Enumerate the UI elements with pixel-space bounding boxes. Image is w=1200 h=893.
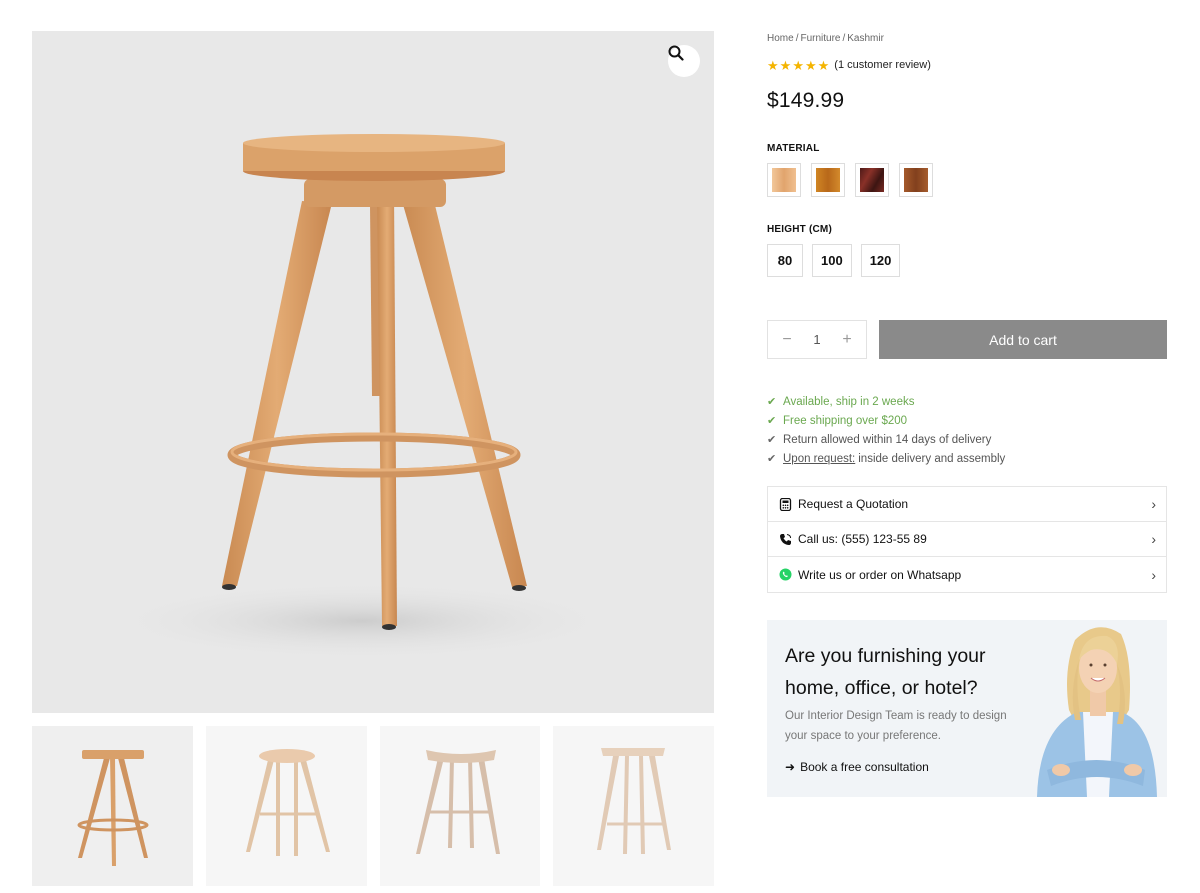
contact-actions: Request a Quotation › Call us: (555) 123… [767, 486, 1167, 593]
chevron-right-icon: › [1151, 566, 1156, 583]
star-icon: ★ [792, 57, 804, 73]
calculator-icon [778, 497, 792, 511]
thumbnail-strip [32, 726, 714, 886]
star-icon: ★ [817, 57, 830, 73]
height-option-80[interactable]: 80 [767, 244, 803, 277]
feature-item: ✔ Return allowed within 14 days of delive… [767, 433, 992, 447]
swatch-oak[interactable] [811, 163, 845, 197]
zoom-button[interactable] [668, 45, 700, 77]
stool-image [102, 134, 622, 661]
phone-icon [778, 532, 792, 546]
thumbnail-1[interactable] [32, 726, 193, 886]
star-icon: ★ [779, 57, 792, 73]
check-icon: ✔ [767, 434, 777, 446]
swatch-mahogany[interactable] [855, 163, 889, 197]
material-label: MATERIAL [767, 143, 820, 154]
swatch-walnut[interactable] [899, 163, 933, 197]
chevron-right-icon: › [1151, 531, 1156, 547]
check-icon: ✔ [767, 415, 777, 427]
decrease-quantity-button[interactable]: − [780, 331, 794, 349]
rating: ★ ★ ★ ★ ★ (1 customer review) [767, 57, 1167, 73]
height-label: HEIGHT (CM) [767, 224, 832, 235]
design-consultation-banner: Are you furnishing your home, office, or… [767, 620, 1167, 797]
thumbnail-stool-image [77, 750, 149, 866]
feature-list: ✔ Available, ship in 2 weeks ✔ Free shippi… [767, 392, 1167, 468]
consultant-photo [1037, 627, 1157, 797]
check-icon: ✔ [767, 453, 777, 465]
cart-row: − 1 + Add to cart [767, 320, 1167, 359]
thumbnail-3[interactable] [379, 726, 541, 886]
thumbnail-stool-image [597, 748, 672, 854]
increase-quantity-button[interactable]: + [840, 331, 854, 349]
main-product-image[interactable] [32, 31, 714, 713]
product-price: $149.99 [767, 89, 845, 112]
breadcrumb-current: Kashmir [847, 33, 884, 44]
promo-heading: Are you furnishing your home, office, or… [785, 645, 986, 699]
request-quotation-button[interactable]: Request a Quotation › [768, 487, 1166, 522]
book-consultation-link[interactable]: ➜ Book a free consultation [785, 760, 929, 774]
feature-item: ✔ Available, ship in 2 weeks [767, 395, 915, 409]
promo-text: Our Interior Design Team is ready to des… [785, 710, 1007, 742]
breadcrumb: Home / Furniture / Kashmir [767, 33, 884, 44]
add-to-cart-button[interactable]: Add to cart [879, 320, 1167, 359]
thumbnail-stool-image [245, 749, 330, 856]
feature-item: ✔ Free shipping over $200 [767, 414, 908, 428]
chevron-right-icon: › [1151, 496, 1156, 512]
arrow-right-icon: ➜ [785, 760, 796, 774]
star-icon: ★ [767, 57, 779, 73]
whatsapp-button[interactable]: Write us or order on Whatsapp › [768, 557, 1166, 592]
thumbnail-4[interactable] [553, 726, 714, 886]
call-us-button[interactable]: Call us: (555) 123-55 89 › [768, 522, 1166, 557]
thumbnail-2[interactable] [205, 726, 367, 886]
swatch-light-wood[interactable] [767, 163, 801, 197]
feature-item: ✔ Upon request: inside delivery and assemb… [767, 452, 1006, 466]
height-options: 80 100 120 [767, 244, 1167, 277]
material-swatches [767, 163, 1167, 197]
quantity-value[interactable]: 1 [813, 332, 820, 347]
review-count-link[interactable]: (1 customer review) [834, 59, 931, 71]
product-details-panel: Home / Furniture / Kashmir ★ ★ ★ ★ ★ (1 cust… [767, 31, 1167, 797]
search-icon [668, 45, 684, 61]
breadcrumb-category[interactable]: Furniture [800, 33, 840, 44]
whatsapp-icon [778, 568, 792, 582]
quantity-stepper: − 1 + [767, 320, 867, 359]
height-option-120[interactable]: 120 [860, 244, 901, 277]
upon-request-link[interactable]: Upon request: [783, 453, 855, 465]
height-option-100[interactable]: 100 [812, 244, 852, 277]
thumbnail-stool-image [415, 750, 500, 854]
check-icon: ✔ [767, 396, 777, 408]
breadcrumb-home[interactable]: Home [767, 33, 794, 44]
star-icon: ★ [804, 57, 817, 73]
